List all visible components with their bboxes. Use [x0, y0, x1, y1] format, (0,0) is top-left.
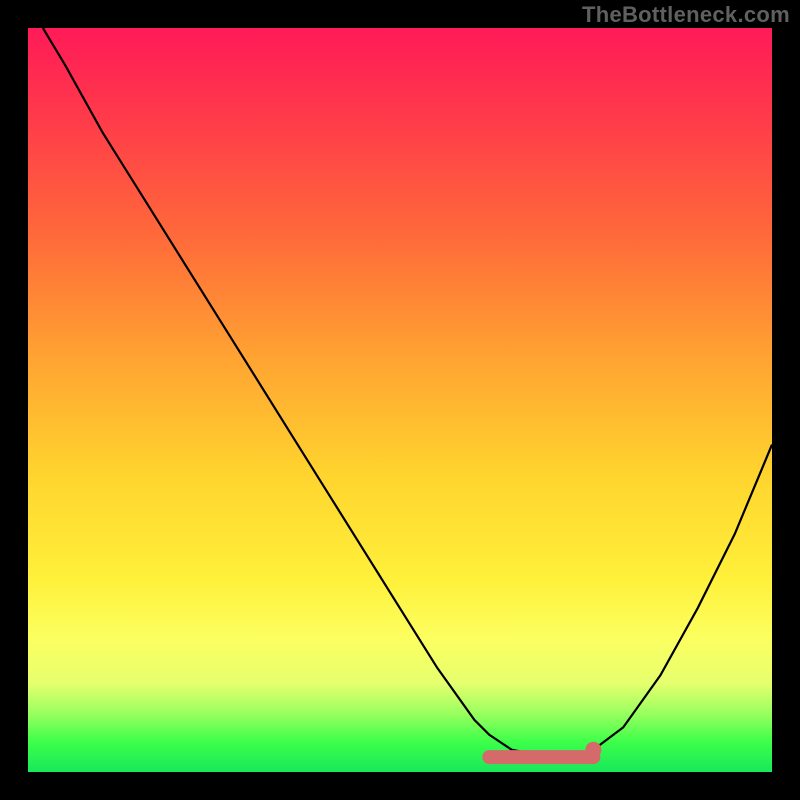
bottleneck-curve	[43, 28, 772, 757]
optimal-point-dot	[585, 742, 601, 758]
bottleneck-curve-svg	[28, 28, 772, 772]
plot-area	[28, 28, 772, 772]
watermark-text: TheBottleneck.com	[582, 2, 790, 28]
chart-frame: TheBottleneck.com	[0, 0, 800, 800]
